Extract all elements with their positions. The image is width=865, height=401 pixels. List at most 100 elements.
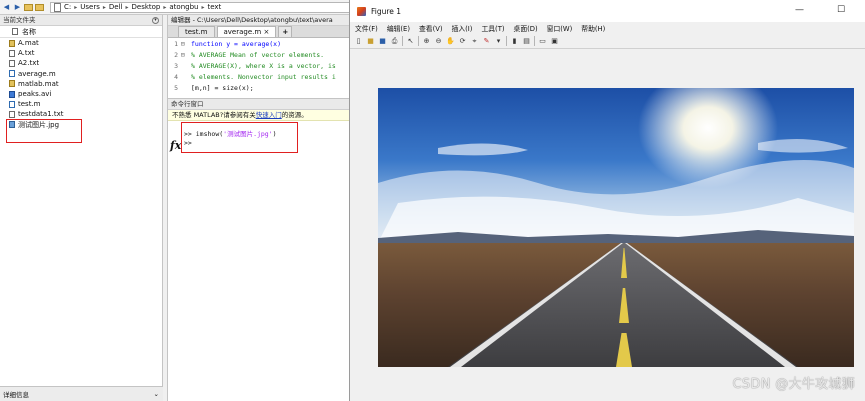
file-item[interactable]: average.m: [0, 69, 162, 79]
menu-help[interactable]: 帮助(H): [581, 23, 605, 33]
chevron-down-icon[interactable]: ⌄: [154, 390, 159, 398]
toolbar-separator: [534, 36, 535, 46]
line-number: 5: [174, 83, 178, 92]
notice-text: 的资源。: [281, 111, 308, 119]
file-name: peaks.avi: [18, 90, 52, 99]
file-item[interactable]: A.mat: [0, 38, 162, 48]
code-line: 5 [m,n] = size(x);: [168, 82, 350, 93]
mat-file-icon: [9, 39, 15, 47]
breadcrumb-item[interactable]: text: [207, 3, 221, 11]
forward-arrow-icon[interactable]: ▶: [13, 3, 22, 12]
maximize-icon[interactable]: ☐: [837, 5, 845, 15]
code-line: 4 % elements. Nonvector input results i: [168, 71, 350, 82]
breadcrumb-item[interactable]: atongbu: [169, 3, 198, 11]
file-name: average.m: [18, 69, 56, 78]
browse-folder-icon[interactable]: [35, 3, 44, 11]
breadcrumb-item[interactable]: Users: [80, 3, 100, 11]
toolbar-separator: [402, 36, 403, 46]
fold-icon[interactable]: ⊟: [181, 51, 191, 59]
details-panel-bar[interactable]: 详细信息 ⌄: [0, 386, 163, 401]
line-number: 4: [174, 72, 178, 81]
menu-edit[interactable]: 编辑(E): [387, 23, 410, 33]
pointer-icon[interactable]: ↖: [406, 37, 415, 46]
breadcrumb-separator-icon: ▸: [201, 3, 205, 11]
details-label: 详细信息: [3, 391, 29, 399]
highlight-box-command: [181, 122, 298, 153]
code-line: 2 ⊟% AVERAGE Mean of vector elements.: [168, 49, 350, 60]
print-icon[interactable]: ⎙: [390, 37, 399, 46]
command-window-title-bar: 命令行窗口: [168, 99, 350, 110]
new-figure-icon[interactable]: ▯: [354, 37, 363, 46]
save-icon[interactable]: ■: [378, 37, 387, 46]
colorbar-icon[interactable]: ▮: [510, 37, 519, 46]
legend-icon[interactable]: ▤: [522, 37, 531, 46]
file-column-header[interactable]: 名称: [0, 26, 162, 38]
fold-icon[interactable]: ⊟: [181, 40, 191, 48]
video-file-icon: [9, 90, 15, 98]
m-file-icon: [9, 70, 15, 78]
breadcrumb-separator-icon: ▸: [102, 3, 106, 11]
watermark-text: CSDN @大牛攻城狮: [732, 377, 855, 392]
current-folder-pane: 当前文件夹 ▾ 名称 A.mat A.txt A2.txt average.m …: [0, 15, 163, 386]
breadcrumb-item[interactable]: C:: [64, 3, 71, 11]
file-item[interactable]: matlab.mat: [0, 79, 162, 89]
zoom-in-icon[interactable]: ⊕: [422, 37, 431, 46]
breadcrumb[interactable]: C: ▸ Users ▸ Dell ▸ Desktop ▸ atongbu ▸ text: [50, 1, 350, 13]
road-photo-svg: [378, 88, 854, 367]
tab-test-m[interactable]: test.m: [178, 26, 215, 37]
back-arrow-icon[interactable]: ◀: [2, 3, 11, 12]
rotate-3d-icon[interactable]: ⟳: [458, 37, 467, 46]
quick-start-link[interactable]: 快速入门: [256, 111, 282, 119]
folder-up-icon[interactable]: [24, 3, 33, 11]
current-folder-title: 当前文件夹: [3, 16, 36, 24]
code-area[interactable]: 1 ⊟ function y = average(x) 2 ⊟% AVERAGE Me…: [168, 38, 350, 93]
figure-toolbar: ▯ ■ ■ ⎙ ↖ ⊕ ⊖ ✋ ⟳ ⌖ ✎ ▾ ▮ ▤ ▭ ▣: [350, 34, 865, 49]
file-item[interactable]: A2.txt: [0, 58, 162, 68]
minimize-icon[interactable]: —: [795, 5, 804, 15]
file-item[interactable]: peaks.avi: [0, 89, 162, 99]
menu-desktop[interactable]: 桌面(D): [514, 23, 538, 33]
code-text: % AVERAGE(X), where X is a vector, is: [191, 61, 336, 70]
m-file-icon: [9, 100, 15, 108]
figure-window: Figure 1 — ☐ 文件(F) 编辑(E) 查看(V) 插入(I) 工具(…: [349, 0, 865, 401]
function-browser-icon[interactable]: fx: [170, 139, 181, 152]
menu-tools[interactable]: 工具(T): [481, 23, 504, 33]
displayed-image-road: [378, 88, 854, 367]
breadcrumb-item[interactable]: Dell: [109, 3, 123, 11]
highlight-box-file: [6, 119, 82, 143]
breadcrumb-separator-icon: ▸: [74, 3, 78, 11]
show-plot-tools-icon[interactable]: ▣: [550, 37, 559, 46]
open-file-icon[interactable]: ■: [366, 37, 375, 46]
text-file-icon: [9, 110, 15, 118]
code-text: % elements. Nonvector input results i: [191, 72, 336, 81]
drive-icon: [54, 2, 61, 12]
code-text: [m,n] = size(x);: [191, 83, 254, 92]
text-file-icon: [9, 59, 15, 67]
close-icon[interactable]: ×: [263, 28, 269, 36]
new-tab-button[interactable]: +: [278, 26, 293, 37]
menu-window[interactable]: 窗口(W): [547, 23, 573, 33]
file-name: matlab.mat: [18, 79, 59, 88]
file-item[interactable]: testdata1.txt: [0, 109, 162, 119]
file-item[interactable]: A.txt: [0, 48, 162, 58]
breadcrumb-item[interactable]: Desktop: [132, 3, 161, 11]
menu-view[interactable]: 查看(V): [419, 23, 443, 33]
toolbar-separator: [418, 36, 419, 46]
name-column-label: 名称: [22, 27, 36, 36]
line-number: 1: [174, 39, 178, 48]
brush-icon[interactable]: ✎: [482, 37, 491, 46]
pan-icon[interactable]: ✋: [446, 37, 455, 46]
data-cursor-icon[interactable]: ⌖: [470, 37, 479, 46]
pane-options-icon[interactable]: ▾: [152, 17, 159, 24]
zoom-out-icon[interactable]: ⊖: [434, 37, 443, 46]
menu-insert[interactable]: 插入(I): [452, 23, 473, 33]
toolbar-separator: [506, 36, 507, 46]
menu-file[interactable]: 文件(F): [355, 23, 378, 33]
code-text: function y = average(x): [191, 39, 282, 48]
chevron-down-icon[interactable]: ▾: [494, 37, 503, 46]
tab-average-m[interactable]: average.m ×: [216, 26, 277, 37]
file-item[interactable]: test.m: [0, 99, 162, 109]
tab-label: test.m: [185, 28, 208, 36]
getting-started-notice: 不熟悉 MATLAB?请参阅有关快速入门的资源。: [168, 110, 350, 121]
hide-plot-tools-icon[interactable]: ▭: [538, 37, 547, 46]
